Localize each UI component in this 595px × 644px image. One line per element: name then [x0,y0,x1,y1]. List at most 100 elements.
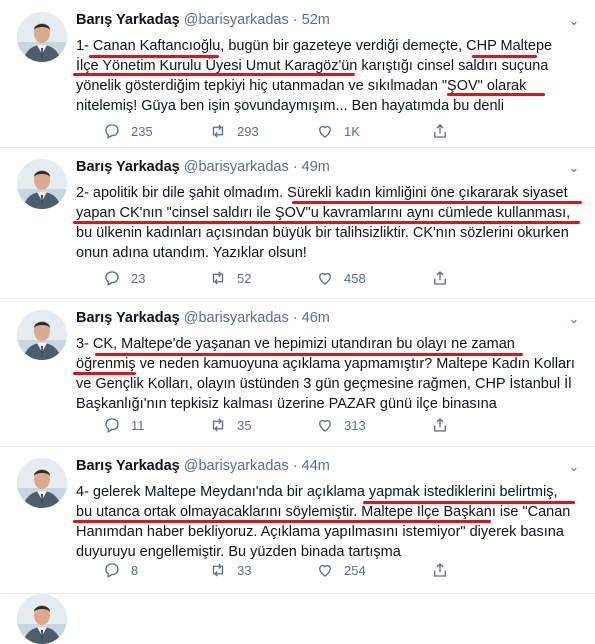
like-count: 313 [344,417,366,433]
like-count: 254 [344,562,366,578]
chevron-down-icon[interactable]: ⌄ [565,310,583,328]
reply-button[interactable]: 235 [103,121,153,141]
tweet-header: Barış Yarkadaş @barisyarkadas · 52m [76,12,330,28]
reply-icon [105,563,119,578]
retweet-icon [212,271,224,285]
highlight-underline [363,501,575,504]
avatar[interactable] [17,159,67,209]
reply-count: 235 [131,123,153,139]
highlight-underline [447,93,545,96]
tweet-time[interactable]: 46m [302,310,330,326]
tweet-header: Barış Yarkadaş @barisyarkadas · 49m [76,159,330,175]
tweet-text-line: duyuruyu engellemiştir. Bu yüzden binada… [76,544,401,560]
reply-button[interactable]: 8 [103,560,138,580]
tweet-time[interactable]: 49m [302,159,330,175]
author-handle[interactable]: @barisyarkadas [184,310,289,326]
share-button[interactable] [431,121,449,141]
author-handle[interactable]: @barisyarkadas [184,159,289,175]
highlight-underline [73,520,491,523]
separator-dot: · [292,159,298,175]
tweet-text-line: ve Gençlik Kolları, olayın üstünden 3 gü… [76,376,572,392]
tweet-text-line: 3- CK, Maltepe'de yaşanan ve hepimizi ut… [76,336,515,352]
tweet-3[interactable]: Barış Yarkadaş @barisyarkadas · 46m ⌄ 3-… [0,298,595,447]
avatar[interactable] [17,458,67,508]
retweet-button[interactable]: 293 [209,121,259,141]
retweet-count: 33 [237,562,252,578]
tweet-4[interactable]: Barış Yarkadaş @barisyarkadas · 44m ⌄ 4-… [0,446,595,594]
share-button[interactable] [431,415,449,435]
retweet-button[interactable]: 52 [209,268,251,288]
reply-icon [105,418,119,433]
reply-button[interactable]: 11 [103,415,145,435]
author-handle[interactable]: @barisyarkadas [184,12,289,28]
tweet-text-line: yapan CK'nın "cinsel saldırı ile ŞOV"u k… [76,205,571,221]
avatar[interactable] [17,310,67,360]
tweet-text-line: Başkanlığı'nın tepkisiz kalması üzerine … [76,396,497,412]
retweet-count: 35 [237,417,252,433]
avatar[interactable] [17,12,67,62]
reply-button[interactable]: 23 [103,268,145,288]
tweet-text-line: onun adına utandım. Yazıklar olsun! [76,245,307,261]
like-count: 458 [344,270,366,286]
like-button[interactable]: 1K [316,121,360,141]
next-tweet-avatar[interactable] [17,594,67,644]
reply-count: 23 [131,270,146,286]
author-handle[interactable]: @barisyarkadas [184,458,289,474]
like-button[interactable]: 458 [316,268,366,288]
retweet-icon [212,563,224,577]
retweet-icon [212,124,224,138]
highlight-underline [73,221,580,224]
highlight-underline [89,55,219,58]
tweet-header: Barış Yarkadaş @barisyarkadas · 44m [76,458,330,474]
like-button[interactable]: 313 [316,415,366,435]
reply-icon [105,271,119,286]
retweet-button[interactable]: 35 [209,415,251,435]
author-name[interactable]: Barış Yarkadaş [76,310,180,326]
highlight-underline [73,73,355,76]
tweet-actions: 8 33 254 [76,560,576,580]
author-name[interactable]: Barış Yarkadaş [76,458,180,474]
tweet-time[interactable]: 44m [302,458,330,474]
chevron-down-icon[interactable]: ⌄ [565,12,583,30]
author-name[interactable]: Barış Yarkadaş [76,159,180,175]
share-icon [434,563,446,577]
reply-icon [105,124,119,139]
tweet-text-line: bu utanca ortak olmayacaklarını söylemiş… [76,504,571,520]
highlight-underline [472,55,537,58]
tweet-time[interactable]: 52m [302,12,330,28]
share-button[interactable] [431,268,449,288]
share-icon [434,418,446,432]
share-icon [434,271,446,285]
author-name[interactable]: Barış Yarkadaş [76,12,180,28]
highlight-underline [292,201,582,204]
retweet-count: 293 [237,123,259,139]
like-icon [319,125,331,138]
tweet-feed: Barış Yarkadaş @barisyarkadas · 52m ⌄ 1-… [0,0,595,644]
tweet-header: Barış Yarkadaş @barisyarkadas · 46m [76,310,330,326]
reply-count: 8 [131,562,139,578]
tweet-text-line: nitelemiş! Güya ben işin şovundaymışım..… [76,98,504,114]
tweet-text: 1- Canan Kaftancıoğlu, bugün bir gazetey… [76,36,586,116]
chevron-down-icon[interactable]: ⌄ [565,159,583,177]
like-button[interactable]: 254 [316,560,366,580]
tweet-text-line: 1- Canan Kaftancıoğlu, bugün bir gazetey… [76,38,553,54]
tweet-actions: 11 35 313 [76,415,576,435]
separator-dot: · [292,310,298,326]
tweet-actions: 235 293 1K [76,121,576,141]
like-icon [319,272,331,285]
retweet-icon [212,418,224,432]
highlight-underline [95,353,523,356]
tweet-actions: 23 52 458 [76,268,576,288]
tweet-1[interactable]: Barış Yarkadaş @barisyarkadas · 52m ⌄ 1-… [0,0,595,148]
share-icon [434,124,446,138]
separator-dot: · [292,12,298,28]
retweet-count: 52 [237,270,252,286]
tweet-text-line: 4- gelerek Maltepe Meydanı'nda bir açıkl… [76,484,558,500]
tweet-2[interactable]: Barış Yarkadaş @barisyarkadas · 49m ⌄ 2-… [0,147,595,299]
chevron-down-icon[interactable]: ⌄ [565,458,583,476]
like-icon [319,419,331,432]
retweet-button[interactable]: 33 [209,560,251,580]
tweet-text-line: öğrenmiş ve neden kamuoyuna açıklama yap… [76,356,575,372]
share-button[interactable] [431,560,449,580]
separator-dot: · [292,458,298,474]
